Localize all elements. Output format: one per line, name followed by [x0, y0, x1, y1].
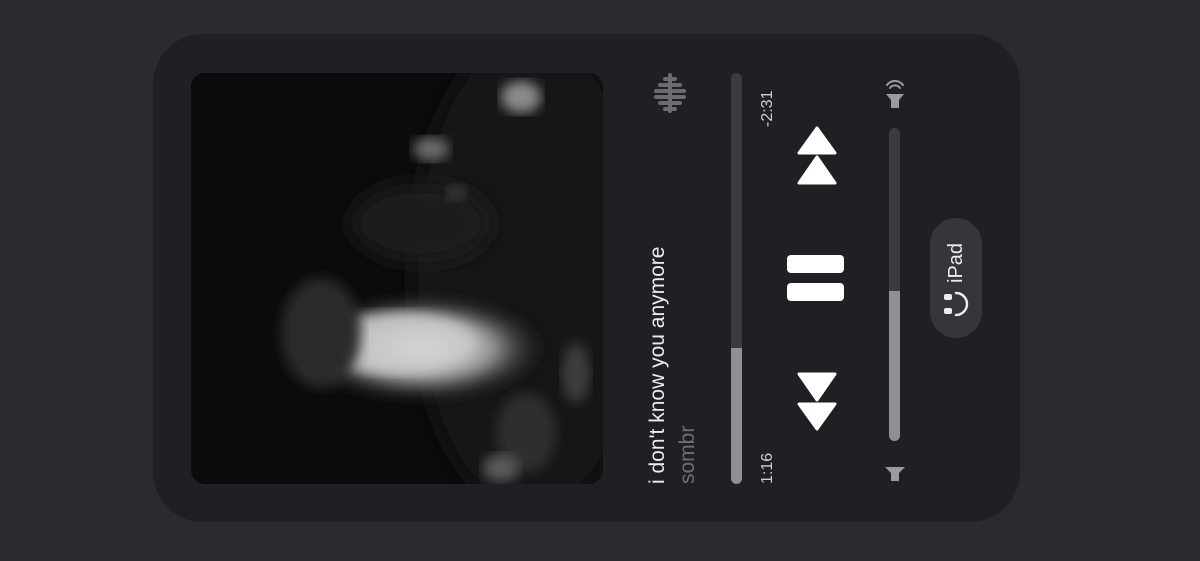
pause-icon[interactable]	[787, 255, 844, 301]
volume-fill	[889, 290, 900, 441]
output-device-label: iPad	[945, 242, 967, 283]
speaker-low-icon	[885, 467, 905, 481]
speaker-high-icon	[886, 80, 904, 108]
track-title: i don't know you anymore	[646, 246, 669, 484]
progress-fill	[731, 348, 742, 484]
volume-slider[interactable]	[889, 128, 900, 441]
headphones-icon	[944, 291, 969, 317]
artist-name[interactable]: sombr	[675, 184, 701, 484]
airplay-waveform-icon[interactable]	[652, 73, 688, 113]
stage: i don't know you anymore sombr 1:16 -2:3…	[0, 0, 1200, 561]
album-artwork	[191, 73, 603, 484]
backward-icon[interactable]	[795, 370, 839, 432]
progress-bar[interactable]	[731, 73, 742, 484]
elapsed-time: 1:16	[759, 452, 776, 484]
forward-icon[interactable]	[795, 125, 839, 187]
remaining-time: -2:31	[759, 90, 776, 127]
